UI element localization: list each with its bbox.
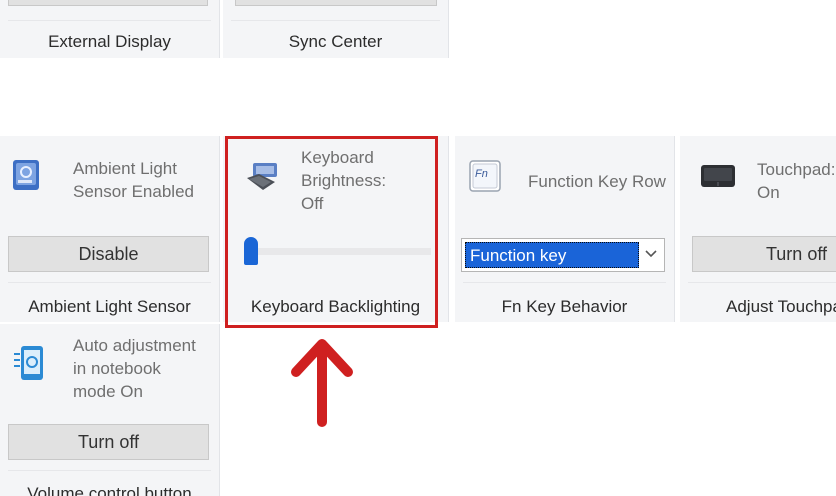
tile-sync-center[interactable]: Sync Center: [223, 0, 449, 58]
disable-button[interactable]: Disable: [8, 236, 209, 272]
tile-divider: [231, 20, 440, 21]
red-arrow-icon: [290, 338, 354, 433]
tile-divider: [8, 20, 211, 21]
tile-divider: [8, 470, 211, 471]
tile-fn-key-behavior: Fn Function Key Row Fn Key Behavior: [455, 136, 675, 322]
fn-key-icon-text: Fn: [475, 168, 488, 180]
tile-ambient-light-sensor: Ambient Light Sensor Enabled Disable Amb…: [0, 136, 220, 322]
sync-center-button[interactable]: [235, 0, 437, 6]
tile-label-adjust-touchpad: Adjust Touchpad: [726, 297, 836, 316]
tile-label-fn-key-behavior: Fn Key Behavior: [501, 297, 628, 316]
tile-external-display[interactable]: External Display: [0, 0, 220, 58]
keyboard-backlighting-highlight: [225, 136, 438, 328]
volume-control-icon: [12, 344, 46, 389]
touchpad-icon: [700, 164, 736, 193]
ambient-status-text: Ambient Light Sensor Enabled: [73, 159, 194, 201]
fn-key-select-value: Function key: [465, 242, 639, 268]
tile-divider: [8, 282, 211, 283]
tile-divider: [688, 282, 836, 283]
fn-title-text: Function Key Row: [528, 172, 666, 191]
chevron-down-icon[interactable]: [644, 247, 658, 266]
tile-adjust-touchpad: Touchpad: On Turn off Adjust Touchpad: [680, 136, 836, 322]
touchpad-status-text: Touchpad: On: [757, 160, 836, 202]
tile-label-external-display: External Display: [48, 32, 171, 51]
external-display-button[interactable]: [8, 0, 208, 6]
fn-key-icon: Fn: [469, 160, 501, 197]
tile-label-volume-control-button: Volume control button: [27, 484, 192, 496]
fn-key-select[interactable]: Function key: [461, 238, 665, 272]
tile-label-ambient-light-sensor: Ambient Light Sensor: [28, 297, 191, 316]
ambient-light-sensor-icon: [12, 158, 40, 199]
volume-turn-off-button[interactable]: Turn off: [8, 424, 209, 460]
touchpad-turn-off-button[interactable]: Turn off: [692, 236, 836, 272]
tile-label-sync-center: Sync Center: [288, 32, 383, 51]
tile-divider: [463, 282, 666, 283]
tile-volume-control-button: Auto adjustment in notebook mode On Turn…: [0, 324, 220, 496]
volume-status-text: Auto adjustment in notebook mode On: [73, 336, 196, 401]
